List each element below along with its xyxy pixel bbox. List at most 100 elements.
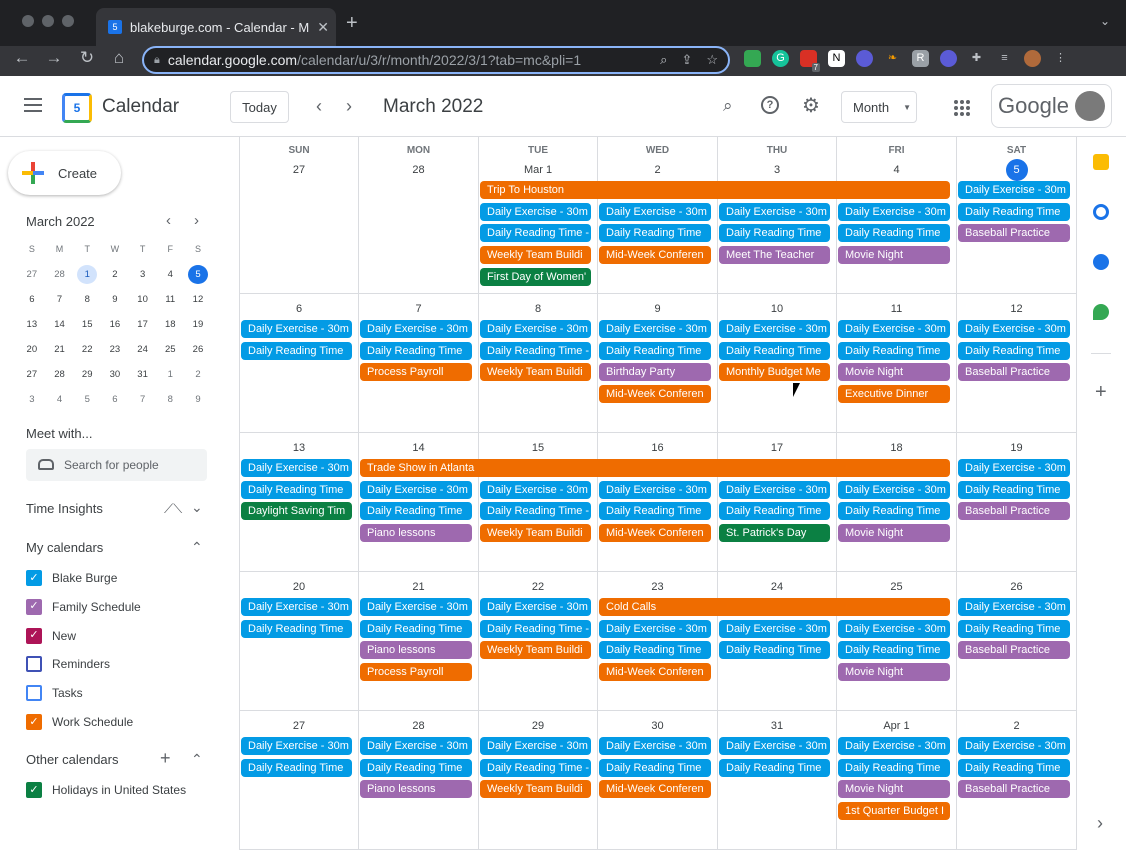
day-number[interactable]: 2 bbox=[1006, 715, 1028, 737]
mini-date[interactable]: 29 bbox=[77, 365, 97, 384]
calendar-event[interactable]: Daily Exercise - 30m bbox=[838, 619, 950, 638]
calendar-event[interactable]: Daily Reading Time bbox=[599, 502, 711, 521]
mini-date[interactable]: 3 bbox=[133, 265, 153, 284]
calendar-checkbox[interactable]: ✓ bbox=[26, 570, 42, 586]
mini-date[interactable]: 17 bbox=[133, 315, 153, 334]
calendar-event[interactable]: Daily Reading Time bbox=[719, 341, 830, 360]
calendar-event[interactable]: Daily Reading Time bbox=[958, 341, 1070, 360]
time-insights-heading[interactable]: Time Insights bbox=[26, 501, 103, 516]
day-number[interactable]: 28 bbox=[408, 715, 430, 737]
back-icon[interactable]: ← bbox=[10, 48, 34, 68]
mini-date[interactable]: 8 bbox=[160, 390, 180, 409]
calendar-event[interactable]: Daily Exercise - 30m bbox=[719, 202, 830, 221]
calendar-event[interactable]: Daily Exercise - 30m bbox=[958, 459, 1070, 477]
mini-prev-chevron-icon[interactable]: ‹ bbox=[166, 212, 171, 229]
calendar-event[interactable]: Weekly Team Buildi bbox=[480, 641, 591, 660]
today-button[interactable]: Today bbox=[230, 91, 289, 123]
mini-date[interactable]: 20 bbox=[22, 340, 42, 359]
maps-icon[interactable] bbox=[1093, 304, 1109, 320]
calendar-event[interactable]: Daily Exercise - 30m bbox=[480, 598, 591, 616]
home-icon[interactable]: ⌂ bbox=[107, 48, 131, 68]
calendar-event[interactable]: Daily Exercise - 30m bbox=[360, 320, 472, 338]
other-calendars-chevron-up-icon[interactable]: ⌃ bbox=[191, 751, 203, 768]
calendar-event[interactable]: Trade Show in Atlanta bbox=[360, 459, 950, 477]
bookmark-star-icon[interactable]: ☆ bbox=[706, 52, 718, 68]
google-apps-icon[interactable] bbox=[954, 100, 970, 116]
day-number[interactable]: 3 bbox=[766, 159, 788, 181]
day-number[interactable]: 7 bbox=[408, 298, 430, 320]
calendar-item[interactable]: Tasks bbox=[26, 685, 83, 702]
get-addons-plus-icon[interactable]: + bbox=[1095, 381, 1107, 404]
calendar-event[interactable]: Daily Exercise - 30m bbox=[719, 619, 830, 638]
mini-date[interactable]: 15 bbox=[77, 315, 97, 334]
keep-icon[interactable] bbox=[1093, 154, 1109, 170]
mini-date[interactable]: 10 bbox=[133, 290, 153, 309]
day-number[interactable]: 27 bbox=[288, 159, 310, 181]
calendar-event[interactable]: Daily Exercise - 30m bbox=[241, 598, 352, 616]
help-icon[interactable]: ? bbox=[761, 96, 779, 114]
calendar-event[interactable]: Daily Reading Time - bbox=[480, 224, 591, 243]
calendar-event[interactable]: Mid-Week Conferen bbox=[599, 663, 711, 682]
calendar-event[interactable]: Daily Reading Time bbox=[958, 202, 1070, 221]
day-number[interactable]: 15 bbox=[527, 437, 549, 459]
calendar-event[interactable]: Daily Reading Time bbox=[241, 758, 352, 777]
address-bar[interactable]: 🔒︎ calendar.google.com/calendar/u/3/r/mo… bbox=[142, 46, 730, 74]
calendar-event[interactable]: Daily Reading Time bbox=[599, 641, 711, 660]
notion-extension-icon[interactable]: N bbox=[828, 50, 845, 67]
calendar-event[interactable]: Daily Exercise - 30m bbox=[838, 320, 950, 338]
minimize-window-button[interactable] bbox=[42, 15, 54, 27]
profile-avatar[interactable] bbox=[1024, 50, 1041, 67]
day-number[interactable]: 18 bbox=[886, 437, 908, 459]
maximize-window-button[interactable] bbox=[62, 15, 74, 27]
calendar-event[interactable]: Mid-Week Conferen bbox=[599, 780, 711, 799]
calendar-event[interactable]: Daily Reading Time bbox=[958, 619, 1070, 638]
zoom-icon[interactable]: ⌕ bbox=[660, 52, 667, 68]
calendar-event[interactable]: Daily Reading Time bbox=[838, 502, 950, 521]
calendar-event[interactable]: Daily Exercise - 30m bbox=[241, 320, 352, 338]
calendar-event[interactable]: Daily Reading Time bbox=[958, 758, 1070, 777]
day-number[interactable]: 5 bbox=[1005, 159, 1028, 181]
calendar-event[interactable]: Daily Reading Time - bbox=[480, 341, 591, 360]
calendar-event[interactable]: Daily Reading Time bbox=[241, 341, 352, 360]
day-cell[interactable]: 6 bbox=[240, 294, 359, 433]
mini-date[interactable]: 7 bbox=[50, 290, 70, 309]
calendar-event[interactable]: Daily Reading Time bbox=[599, 341, 711, 360]
day-number[interactable]: 6 bbox=[288, 298, 310, 320]
day-number[interactable]: 11 bbox=[886, 298, 908, 320]
calendar-event[interactable]: Daily Exercise - 30m bbox=[958, 598, 1070, 616]
mini-date[interactable]: 6 bbox=[22, 290, 42, 309]
day-number[interactable]: 14 bbox=[408, 437, 430, 459]
calendar-event[interactable]: Daily Reading Time bbox=[719, 502, 830, 521]
day-number[interactable]: 22 bbox=[527, 576, 549, 598]
calendar-event[interactable]: Daily Reading Time bbox=[360, 341, 472, 360]
calendar-event[interactable]: Daily Reading Time bbox=[719, 224, 830, 243]
calendar-event[interactable]: Daily Exercise - 30m bbox=[958, 181, 1070, 199]
calendar-event[interactable]: Daily Exercise - 30m bbox=[599, 619, 711, 638]
mini-date[interactable]: 24 bbox=[133, 340, 153, 359]
calendar-event[interactable]: Movie Night bbox=[838, 363, 950, 382]
mini-date[interactable]: 7 bbox=[133, 390, 153, 409]
day-number[interactable]: 2 bbox=[647, 159, 669, 181]
calendar-event[interactable]: Daily Exercise - 30m bbox=[719, 480, 830, 499]
calendar-event[interactable]: Baseball Practice bbox=[958, 224, 1070, 243]
mini-date[interactable]: 27 bbox=[22, 365, 42, 384]
mini-date[interactable]: 4 bbox=[160, 265, 180, 284]
calendar-checkbox[interactable]: ✓ bbox=[26, 627, 42, 644]
mini-date[interactable]: 11 bbox=[160, 290, 180, 309]
day-number[interactable]: 10 bbox=[766, 298, 788, 320]
day-cell[interactable]: 20 bbox=[240, 572, 359, 711]
calendar-event[interactable]: Weekly Team Buildi bbox=[480, 524, 591, 543]
calendar-event[interactable]: Daily Exercise - 30m bbox=[838, 480, 950, 499]
calendar-event[interactable]: Piano lessons bbox=[360, 780, 472, 799]
calendar-event[interactable]: Daily Reading Time bbox=[838, 224, 950, 243]
calendar-event[interactable]: Baseball Practice bbox=[958, 363, 1070, 382]
mini-date[interactable]: 19 bbox=[188, 315, 208, 334]
reload-icon[interactable]: ↻ bbox=[75, 48, 99, 68]
mini-date[interactable]: 18 bbox=[160, 315, 180, 334]
new-tab-button[interactable]: + bbox=[346, 12, 358, 35]
day-number[interactable]: 20 bbox=[288, 576, 310, 598]
mini-date[interactable]: 1 bbox=[160, 365, 180, 384]
calendar-event[interactable]: Trip To Houston bbox=[480, 181, 950, 199]
contacts-icon[interactable] bbox=[1093, 254, 1109, 270]
calendar-event[interactable]: Daily Reading Time bbox=[360, 502, 472, 521]
